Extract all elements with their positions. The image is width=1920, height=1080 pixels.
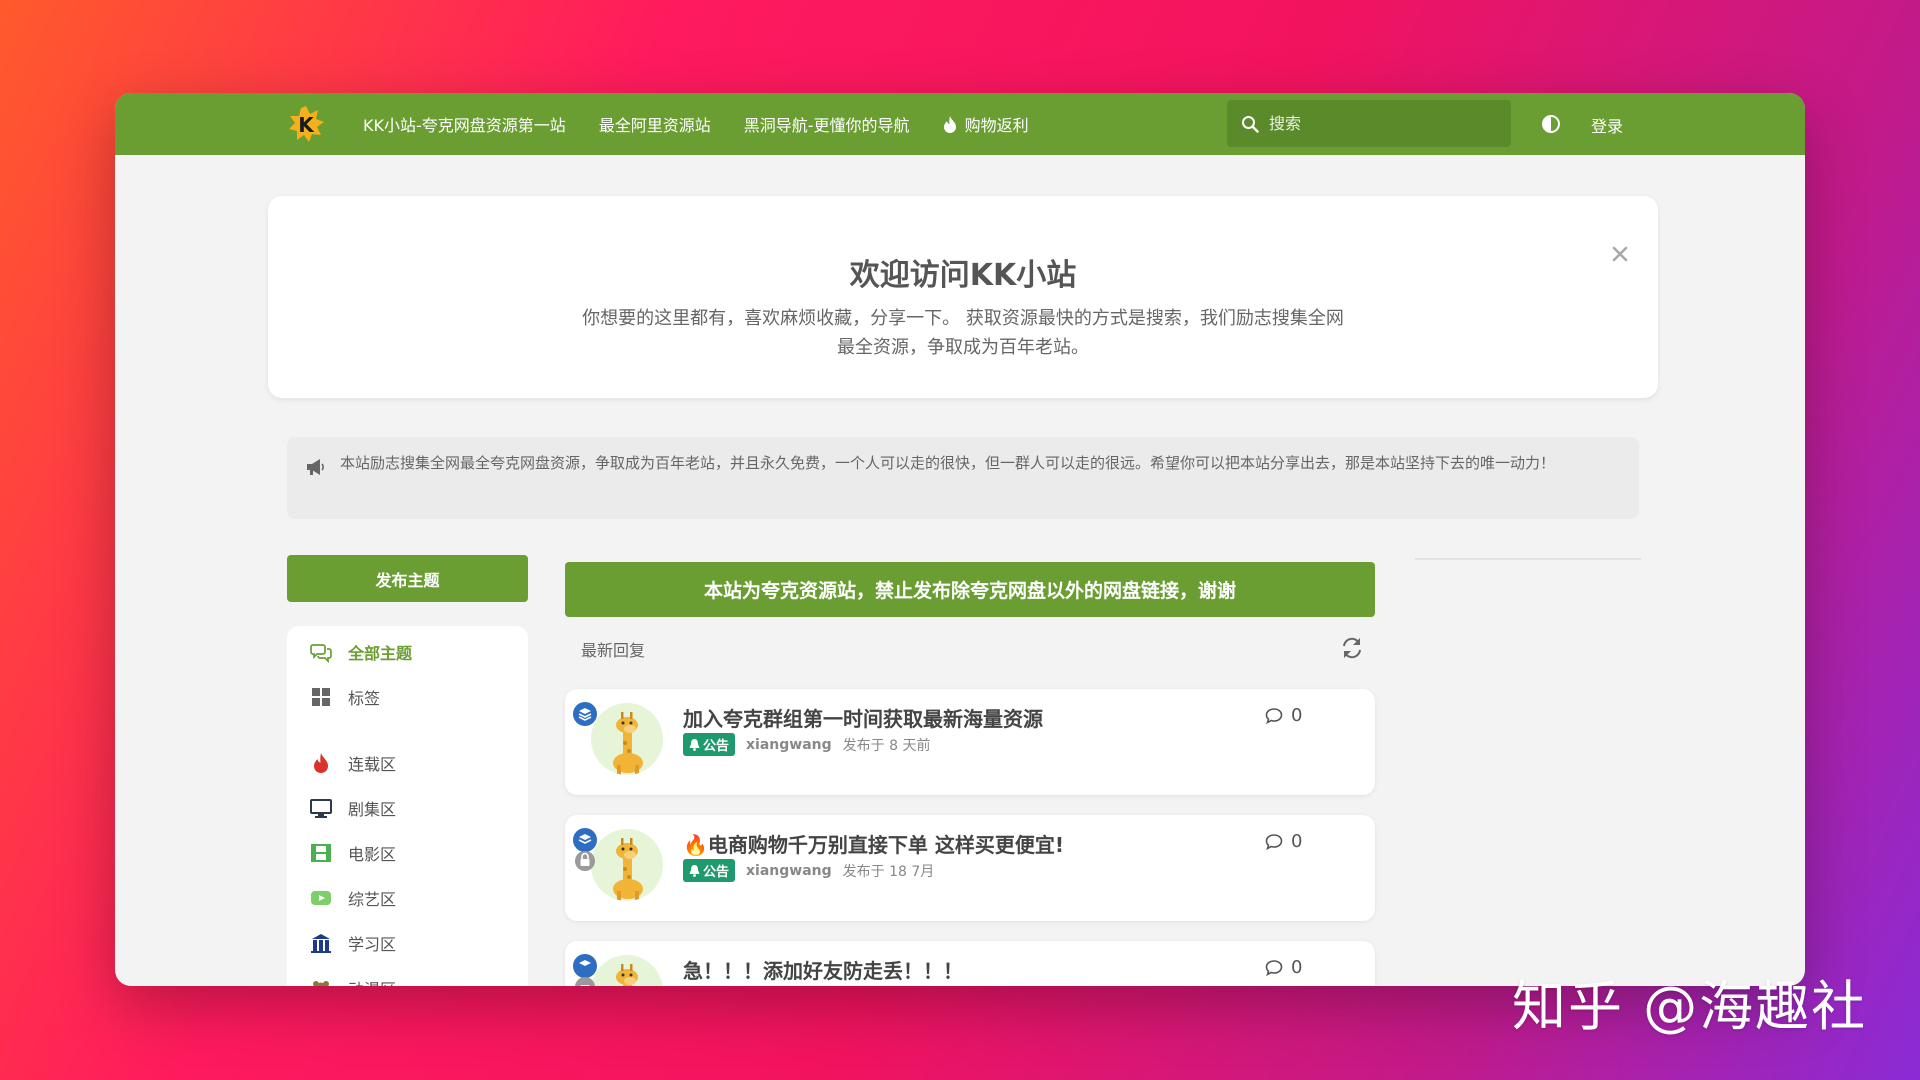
sidebar-item-study[interactable]: 学习区 bbox=[310, 929, 396, 957]
topic-card[interactable]: 加入夸克群组第一时间获取最新海量资源 公告 xiangwang 发布于 8 天前… bbox=[565, 689, 1375, 795]
notice-bar: 本站励志搜集全网最全夸克网盘资源，争取成为百年老站，并且永久免费，一个人可以走的… bbox=[287, 437, 1639, 519]
sidebar-item-anime[interactable]: 动漫区 bbox=[310, 974, 396, 986]
comment-icon bbox=[1265, 707, 1283, 724]
nav-link-kk[interactable]: KK小站-夸克网盘资源第一站 bbox=[363, 112, 566, 136]
topic-title[interactable]: 加入夸克群组第一时间获取最新海量资源 bbox=[683, 703, 1043, 732]
topic-meta: 公告 xiangwang 发布于 18 7月 bbox=[683, 859, 934, 882]
topic-time: 发布于 8 天前 bbox=[842, 737, 931, 754]
refresh-icon[interactable] bbox=[1340, 636, 1364, 660]
right-sidebar-divider bbox=[1415, 558, 1641, 560]
giraffe-avatar-icon bbox=[613, 838, 643, 901]
topic-author[interactable]: xiangwang bbox=[746, 863, 832, 879]
welcome-title: 欢迎访问KK小站 bbox=[849, 258, 1077, 293]
topic-author[interactable]: xiangwang bbox=[746, 737, 832, 753]
avatar[interactable] bbox=[591, 703, 663, 775]
fire-icon bbox=[314, 753, 328, 773]
lock-icon bbox=[575, 977, 595, 986]
youtube-icon bbox=[311, 891, 331, 905]
comment-icon bbox=[1265, 959, 1283, 976]
announcement-tag[interactable]: 公告 bbox=[683, 733, 736, 756]
sidebar-item-tags[interactable]: 标签 bbox=[310, 683, 380, 711]
giraffe-avatar-icon bbox=[613, 712, 643, 775]
sidebar-item-variety[interactable]: 综艺区 bbox=[310, 884, 396, 912]
topic-card[interactable]: 急！！！添加好友防走丢！！！ 0 bbox=[565, 941, 1375, 986]
grid-icon bbox=[312, 688, 330, 706]
avatar[interactable] bbox=[591, 829, 663, 901]
megaphone-icon bbox=[307, 459, 324, 475]
reply-count: 0 bbox=[1265, 957, 1302, 978]
giraffe-avatar-icon bbox=[616, 964, 638, 986]
pinned-badge-icon bbox=[573, 702, 597, 726]
topic-meta: 公告 xiangwang 发布于 8 天前 bbox=[683, 733, 930, 756]
sidebar-item-drama[interactable]: 剧集区 bbox=[310, 794, 396, 822]
topic-title[interactable]: 🔥电商购物千万别直接下单 这样买更便宜! bbox=[683, 829, 1064, 858]
main-nav: KK小站-夸克网盘资源第一站 最全阿里资源站 黑洞导航-更懂你的导航 购物返利 bbox=[363, 93, 1029, 155]
search-input[interactable] bbox=[1267, 113, 1491, 134]
reply-count: 0 bbox=[1265, 831, 1302, 852]
monitor-icon bbox=[310, 799, 332, 818]
login-link[interactable]: 登录 bbox=[1591, 113, 1623, 137]
welcome-description: 你想要的这里都有，喜欢麻烦收藏，分享一下。 获取资源最快的方式是搜索，我们励志搜… bbox=[582, 308, 1344, 358]
topic-title[interactable]: 急！！！添加好友防走丢！！！ bbox=[683, 955, 963, 984]
bell-icon bbox=[689, 738, 700, 751]
site-logo[interactable]: K bbox=[287, 105, 325, 143]
school-icon bbox=[311, 934, 331, 953]
chat-bubbles-icon bbox=[310, 644, 332, 663]
nav-link-shopping[interactable]: 购物返利 bbox=[943, 112, 1029, 136]
users-icon bbox=[313, 981, 329, 986]
theme-toggle-icon[interactable] bbox=[1541, 114, 1561, 134]
bell-icon bbox=[689, 864, 700, 877]
notice-text: 本站励志搜集全网最全夸克网盘资源，争取成为百年老站，并且永久免费，一个人可以走的… bbox=[340, 454, 1556, 472]
sidebar-nav: 全部主题 标签 连载区 剧集区 电影区 综艺区 学习区 动漫区 bbox=[287, 626, 528, 986]
avatar[interactable] bbox=[591, 955, 663, 986]
sidebar-item-serial[interactable]: 连载区 bbox=[310, 749, 396, 777]
film-icon bbox=[311, 844, 331, 862]
search-box bbox=[1227, 100, 1511, 147]
sort-dropdown[interactable]: 最新回复 bbox=[565, 629, 645, 669]
topic-card[interactable]: 🔥电商购物千万别直接下单 这样买更便宜! 公告 xiangwang 发布于 18… bbox=[565, 815, 1375, 921]
nav-link-heidong[interactable]: 黑洞导航-更懂你的导航 bbox=[744, 112, 910, 136]
comment-icon bbox=[1265, 833, 1283, 850]
svg-text:K: K bbox=[298, 113, 315, 137]
welcome-card: 欢迎访问KK小站 你想要的这里都有，喜欢麻烦收藏，分享一下。 获取资源最快的方式… bbox=[268, 196, 1658, 398]
topic-time: 发布于 18 7月 bbox=[842, 863, 935, 880]
rules-banner: 本站为夸克资源站，禁止发布除夸克网盘以外的网盘链接，谢谢 bbox=[565, 562, 1375, 617]
sidebar-item-movie[interactable]: 电影区 bbox=[310, 839, 396, 867]
nav-link-aliyun[interactable]: 最全阿里资源站 bbox=[599, 112, 711, 136]
close-icon[interactable] bbox=[1610, 244, 1630, 264]
sidebar-item-all-topics[interactable]: 全部主题 bbox=[310, 638, 412, 666]
announcement-tag[interactable]: 公告 bbox=[683, 859, 736, 882]
top-navbar: K KK小站-夸克网盘资源第一站 最全阿里资源站 黑洞导航-更懂你的导航 购物返… bbox=[115, 93, 1805, 155]
reply-count: 0 bbox=[1265, 705, 1302, 726]
browser-window: K KK小站-夸克网盘资源第一站 最全阿里资源站 黑洞导航-更懂你的导航 购物返… bbox=[115, 93, 1805, 986]
fire-icon bbox=[943, 115, 956, 133]
watermark: 知乎 @海趣社 bbox=[1512, 975, 1868, 1038]
lock-icon bbox=[575, 851, 595, 871]
search-icon bbox=[1242, 115, 1259, 133]
post-topic-button[interactable]: 发布主题 bbox=[287, 555, 528, 602]
